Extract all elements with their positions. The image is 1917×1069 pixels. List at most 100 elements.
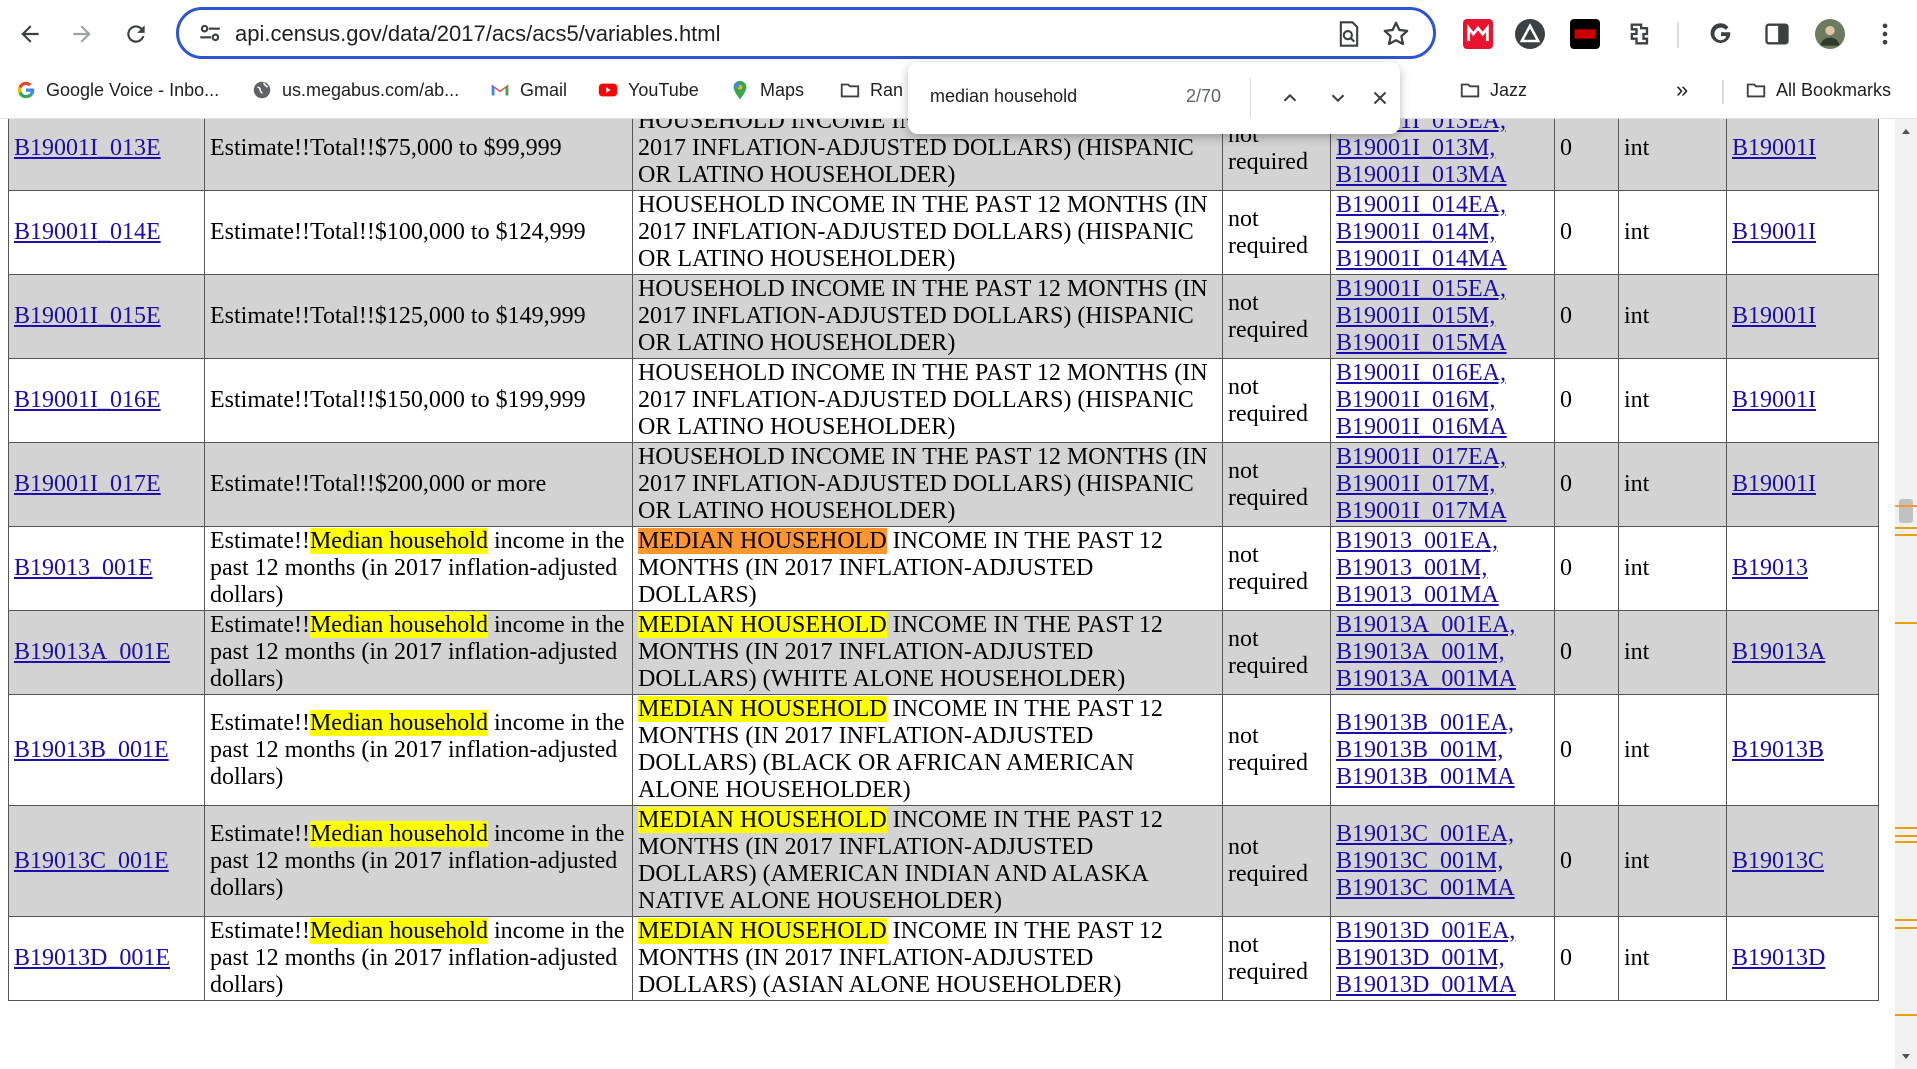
- profile-avatar[interactable]: [1815, 19, 1845, 49]
- attribute-link[interactable]: B19001I_014MA: [1336, 246, 1507, 272]
- variable-link[interactable]: B19013_001E: [14, 555, 153, 581]
- attribute-link[interactable]: B19001I_016M,: [1336, 387, 1495, 413]
- attribute-link[interactable]: B19013_001MA: [1336, 582, 1499, 608]
- required-text: not required: [1228, 834, 1308, 887]
- attribute-link[interactable]: B19013B_001MA: [1336, 764, 1515, 790]
- attribute-link[interactable]: B19013A_001EA,: [1336, 612, 1515, 638]
- group-link[interactable]: B19013D: [1732, 945, 1825, 971]
- bookmark-folder-jazz[interactable]: Jazz: [1458, 76, 1527, 104]
- group-link[interactable]: B19001I: [1732, 471, 1816, 497]
- type-text: int: [1624, 135, 1650, 161]
- site-info-icon[interactable]: [197, 20, 223, 46]
- attribute-link[interactable]: B19013D_001M,: [1336, 945, 1505, 971]
- find-highlight: MEDIAN HOUSEHOLD: [638, 807, 887, 833]
- attribute-link[interactable]: B19013B_001M,: [1336, 737, 1503, 763]
- group-link[interactable]: B19013A: [1732, 639, 1825, 665]
- find-match-marker: [1895, 1014, 1917, 1016]
- attribute-link[interactable]: B19013A_001MA: [1336, 666, 1516, 692]
- attribute-link[interactable]: B19013_001M,: [1336, 555, 1487, 581]
- variable-link[interactable]: B19013B_001E: [14, 737, 169, 763]
- limit-text: 0: [1560, 736, 1572, 763]
- limit-text: 0: [1560, 219, 1572, 245]
- back-button[interactable]: [10, 14, 50, 54]
- all-bookmarks-button[interactable]: All Bookmarks: [1744, 76, 1891, 104]
- extension-red-icon[interactable]: [1463, 19, 1493, 49]
- variable-name-cell: B19013C_001E: [8, 805, 205, 917]
- extension-counter-icon[interactable]: [1570, 19, 1600, 49]
- attribute-link[interactable]: B19001I_017MA: [1336, 498, 1507, 524]
- type-text: int: [1624, 219, 1650, 245]
- vertical-scrollbar[interactable]: [1895, 119, 1917, 1069]
- find-input[interactable]: median household: [930, 86, 1077, 107]
- group-link[interactable]: B19001I: [1732, 219, 1816, 245]
- attribute-link[interactable]: B19001I_016MA: [1336, 414, 1507, 440]
- scroll-down-arrow-icon[interactable]: [1900, 1051, 1912, 1063]
- attribute-link[interactable]: B19001I_015M,: [1336, 303, 1495, 329]
- attributes-cell: B19013C_001EA, B19013C_001M, B19013C_001MA: [1330, 805, 1555, 917]
- attribute-link[interactable]: B19001I_016EA,: [1336, 360, 1506, 386]
- attribute-link[interactable]: B19013_001EA,: [1336, 528, 1498, 554]
- more-bookmarks-button[interactable]: »: [1676, 76, 1688, 104]
- bookmark-google-voice[interactable]: Google Voice - Inbo...: [14, 76, 219, 104]
- extensions-puzzle-icon[interactable]: [1625, 19, 1655, 49]
- bookmark-star-icon[interactable]: [1381, 19, 1411, 49]
- group-link[interactable]: B19001I: [1732, 135, 1816, 161]
- group-link[interactable]: B19013: [1732, 555, 1808, 581]
- variable-link[interactable]: B19013C_001E: [14, 848, 169, 874]
- attribute-link[interactable]: B19001I_015MA: [1336, 330, 1507, 356]
- attribute-link[interactable]: B19013A_001M,: [1336, 639, 1505, 665]
- bookmark-gmail[interactable]: Gmail: [488, 76, 567, 104]
- concept-text: HOUSEHOLD INCOME IN THE PAST 12 MONTHS (…: [638, 444, 1208, 524]
- attribute-link[interactable]: B19001I_014M,: [1336, 219, 1495, 245]
- variable-link[interactable]: B19001I_013E: [14, 135, 161, 161]
- google-g-icon[interactable]: [1706, 19, 1736, 49]
- group-link[interactable]: B19001I: [1732, 303, 1816, 329]
- limit-cell: 0: [1554, 694, 1619, 806]
- forward-button[interactable]: [62, 14, 102, 54]
- extension-triangle-icon[interactable]: [1515, 19, 1545, 49]
- attribute-link[interactable]: B19013D_001EA,: [1336, 918, 1515, 944]
- find-previous-button[interactable]: [1274, 82, 1306, 114]
- scrollbar-thumb[interactable]: [1899, 499, 1913, 523]
- find-close-button[interactable]: [1364, 82, 1396, 114]
- attribute-link[interactable]: B19013C_001M,: [1336, 848, 1503, 874]
- google-icon: [14, 78, 38, 102]
- concept-cell: MEDIAN HOUSEHOLD INCOME IN THE PAST 12 M…: [632, 694, 1223, 806]
- menu-kebab-icon[interactable]: [1870, 19, 1900, 49]
- find-next-button[interactable]: [1322, 82, 1354, 114]
- group-link[interactable]: B19013C: [1732, 848, 1824, 874]
- attribute-link[interactable]: B19001I_013M,: [1336, 135, 1495, 161]
- bookmark-maps[interactable]: Maps: [728, 76, 804, 104]
- reload-button[interactable]: [116, 14, 156, 54]
- variable-link[interactable]: B19013D_001E: [14, 945, 170, 971]
- group-link[interactable]: B19013B: [1732, 737, 1824, 763]
- find-match-marker: [1895, 534, 1917, 536]
- label-cell: Estimate!!Median household income in the…: [204, 694, 633, 806]
- attribute-link[interactable]: B19001I_014EA,: [1336, 192, 1506, 218]
- limit-cell: 0: [1554, 190, 1619, 275]
- side-panel-icon[interactable]: [1762, 19, 1792, 49]
- attribute-link[interactable]: B19013B_001EA,: [1336, 710, 1514, 736]
- group-link[interactable]: B19001I: [1732, 387, 1816, 413]
- attribute-link[interactable]: B19001I_013MA: [1336, 162, 1507, 188]
- variable-link[interactable]: B19001I_015E: [14, 303, 161, 329]
- variable-link[interactable]: B19001I_016E: [14, 387, 161, 413]
- page-search-icon[interactable]: [1335, 20, 1363, 48]
- attribute-link[interactable]: B19001I_017EA,: [1336, 444, 1506, 470]
- attribute-link[interactable]: B19013D_001MA: [1336, 972, 1516, 998]
- variable-link[interactable]: B19001I_017E: [14, 471, 161, 497]
- attribute-link[interactable]: B19001I_017M,: [1336, 471, 1495, 497]
- attribute-link[interactable]: B19001I_015EA,: [1336, 276, 1506, 302]
- bookmark-youtube[interactable]: YouTube: [596, 76, 699, 104]
- attribute-link[interactable]: B19013C_001MA: [1336, 875, 1515, 901]
- address-bar[interactable]: api.census.gov/data/2017/acs/acs5/variab…: [176, 7, 1436, 59]
- label-cell: Estimate!!Total!!$100,000 to $124,999: [204, 190, 633, 275]
- attribute-link[interactable]: B19013C_001EA,: [1336, 821, 1514, 847]
- scroll-up-arrow-icon[interactable]: [1900, 125, 1912, 137]
- bookmark-folder-ran[interactable]: Ran: [838, 76, 903, 104]
- variable-link[interactable]: B19001I_014E: [14, 219, 161, 245]
- variable-link[interactable]: B19013A_001E: [14, 639, 170, 665]
- table-row: B19001I_016E Estimate!!Total!!$150,000 to…: [8, 358, 1879, 443]
- bookmark-megabus[interactable]: us.megabus.com/ab...: [250, 76, 459, 104]
- url-text[interactable]: api.census.gov/data/2017/acs/acs5/variab…: [235, 21, 721, 47]
